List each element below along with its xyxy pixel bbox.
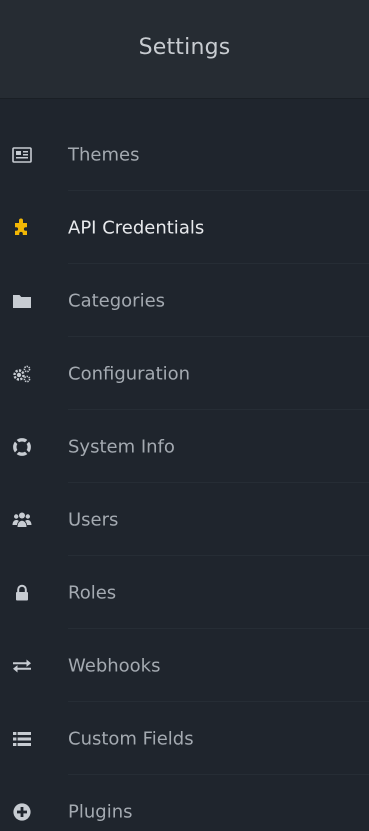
- menu-item-system-info[interactable]: System Info: [0, 410, 369, 483]
- menu-item-label: System Info: [68, 436, 175, 457]
- sidebar-header: Settings: [0, 0, 369, 99]
- settings-menu: Themes API Credentials Categories Config…: [0, 118, 369, 831]
- gears-icon: [12, 364, 32, 384]
- themes-icon: [12, 145, 32, 165]
- menu-item-custom-fields[interactable]: Custom Fields: [0, 702, 369, 775]
- lock-icon: [12, 583, 32, 603]
- menu-item-label: Webhooks: [68, 655, 161, 676]
- exchange-icon: [12, 656, 32, 676]
- list-icon: [12, 729, 32, 749]
- menu-item-api-credentials[interactable]: API Credentials: [0, 191, 369, 264]
- menu-item-label: Plugins: [68, 801, 133, 822]
- menu-item-label: Categories: [68, 290, 166, 311]
- menu-item-label: Users: [68, 509, 119, 530]
- life-ring-icon: [12, 437, 32, 457]
- puzzle-icon: [12, 218, 32, 238]
- menu-item-label: Roles: [68, 582, 117, 603]
- settings-sidebar: Settings Themes API Credentials Categori…: [0, 0, 369, 831]
- plus-circle-icon: [12, 802, 32, 822]
- menu-item-label: Custom Fields: [68, 728, 194, 749]
- menu-item-roles[interactable]: Roles: [0, 556, 369, 629]
- menu-item-webhooks[interactable]: Webhooks: [0, 629, 369, 702]
- menu-item-label: Themes: [68, 144, 140, 165]
- menu-item-configuration[interactable]: Configuration: [0, 337, 369, 410]
- menu-item-label: Configuration: [68, 363, 191, 384]
- folder-icon: [12, 291, 32, 311]
- menu-item-users[interactable]: Users: [0, 483, 369, 556]
- menu-item-plugins[interactable]: Plugins: [0, 775, 369, 831]
- menu-item-label: API Credentials: [68, 217, 205, 238]
- menu-item-themes[interactable]: Themes: [0, 118, 369, 191]
- users-icon: [12, 510, 32, 530]
- sidebar-title: Settings: [138, 34, 231, 60]
- menu-item-categories[interactable]: Categories: [0, 264, 369, 337]
